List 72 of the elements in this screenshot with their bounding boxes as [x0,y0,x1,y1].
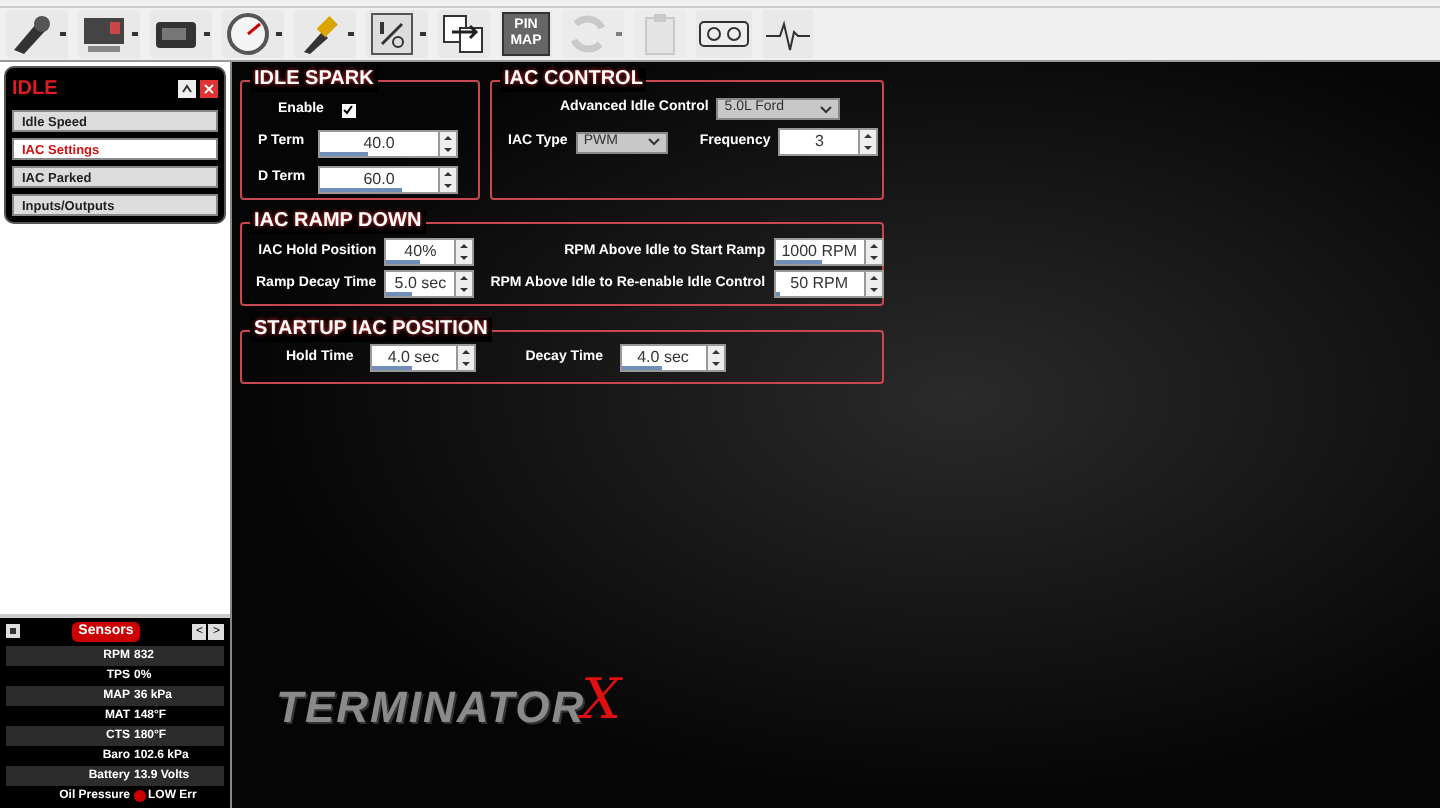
toolbar-button[interactable] [294,10,356,58]
module-icon[interactable] [80,12,128,56]
spin-arrows[interactable] [863,240,882,264]
field-value: 4.0 sec [385,346,442,370]
spin-arrows[interactable] [455,346,474,370]
up-arrow-icon[interactable] [860,130,877,142]
field-value: 1000 RPM [779,240,859,264]
enable-checkbox[interactable] [341,103,356,118]
logo-mark: X [581,674,622,726]
field-value: 40.0 [361,131,397,155]
up-arrow-icon[interactable] [865,272,882,284]
spin-arrows[interactable] [863,272,882,296]
down-arrow-icon[interactable] [440,143,456,155]
spin-field[interactable]: 1000 RPM [773,238,884,266]
spin-field[interactable]: 60.0 [318,165,458,193]
spin-field[interactable]: 40% [384,238,475,266]
down-arrow-icon[interactable] [865,284,882,296]
field-value: 50 RPM [788,272,851,296]
down-arrow-icon[interactable] [456,284,473,296]
spin-arrows[interactable] [454,240,473,264]
up-arrow-icon[interactable] [457,346,474,358]
spin-arrows[interactable] [858,130,877,154]
up-arrow-icon[interactable] [440,167,456,179]
toolbar-button[interactable] [222,10,284,58]
spin-arrows[interactable] [454,272,473,296]
gauge-icon[interactable] [224,12,272,56]
up-arrow-icon[interactable] [865,240,882,252]
toolbar-button[interactable] [366,10,428,58]
up-arrow-icon[interactable] [456,272,473,284]
group-title: IAC RAMP DOWN [250,210,426,234]
spin-field[interactable]: 4.0 sec [369,344,476,372]
dropdown-caret-icon[interactable] [276,31,282,37]
dropdown-caret-icon[interactable] [132,31,138,37]
dropdown-caret-icon[interactable] [60,31,66,37]
down-arrow-icon[interactable] [707,358,724,370]
spin-arrows[interactable] [705,346,724,370]
group-title: IDLE SPARK [250,68,378,92]
toolbar-button[interactable] [150,10,212,58]
spin-field[interactable]: 4.0 sec [619,344,726,372]
up-arrow-icon[interactable] [456,240,473,252]
field-value: 40% [402,240,439,264]
checkmark-icon [342,104,355,117]
field-value: 60.0 [361,167,397,191]
field-value: 4.0 sec [635,346,691,370]
group-title: STARTUP IAC POSITION [250,318,492,342]
spin-arrows[interactable] [438,131,456,155]
up-arrow-icon[interactable] [707,346,724,358]
spin-field[interactable]: 50 RPM [773,270,884,298]
chevron-down-icon [820,105,833,113]
toolbar-button[interactable] [6,10,68,58]
dropdown-caret-icon[interactable] [348,31,354,37]
down-arrow-icon[interactable] [860,142,877,154]
chevron-down-icon [647,138,660,146]
close-icon[interactable] [200,80,218,98]
dropdown-caret-icon[interactable] [420,31,426,37]
down-arrow-icon[interactable] [440,179,456,191]
collapse-icon[interactable] [178,80,196,98]
spin-field[interactable]: 40.0 [318,129,458,157]
toolbar-button[interactable] [78,10,140,58]
field-value: 5.0 sec [392,272,449,296]
down-arrow-icon[interactable] [457,358,474,370]
up-arrow-icon[interactable] [440,131,456,143]
group-title: IAC CONTROL [500,68,647,92]
dropdown-caret-icon[interactable] [204,31,210,37]
spin-field[interactable]: 5.0 sec [384,270,475,298]
spin-arrows[interactable] [438,167,456,191]
field-value: 3 [813,130,826,154]
panel-toggle-icon[interactable] [6,624,20,639]
panel-title: IDLE [12,76,58,104]
down-arrow-icon[interactable] [456,252,473,264]
spin-field[interactable]: 3 [778,128,879,156]
down-arrow-icon[interactable] [865,252,882,264]
